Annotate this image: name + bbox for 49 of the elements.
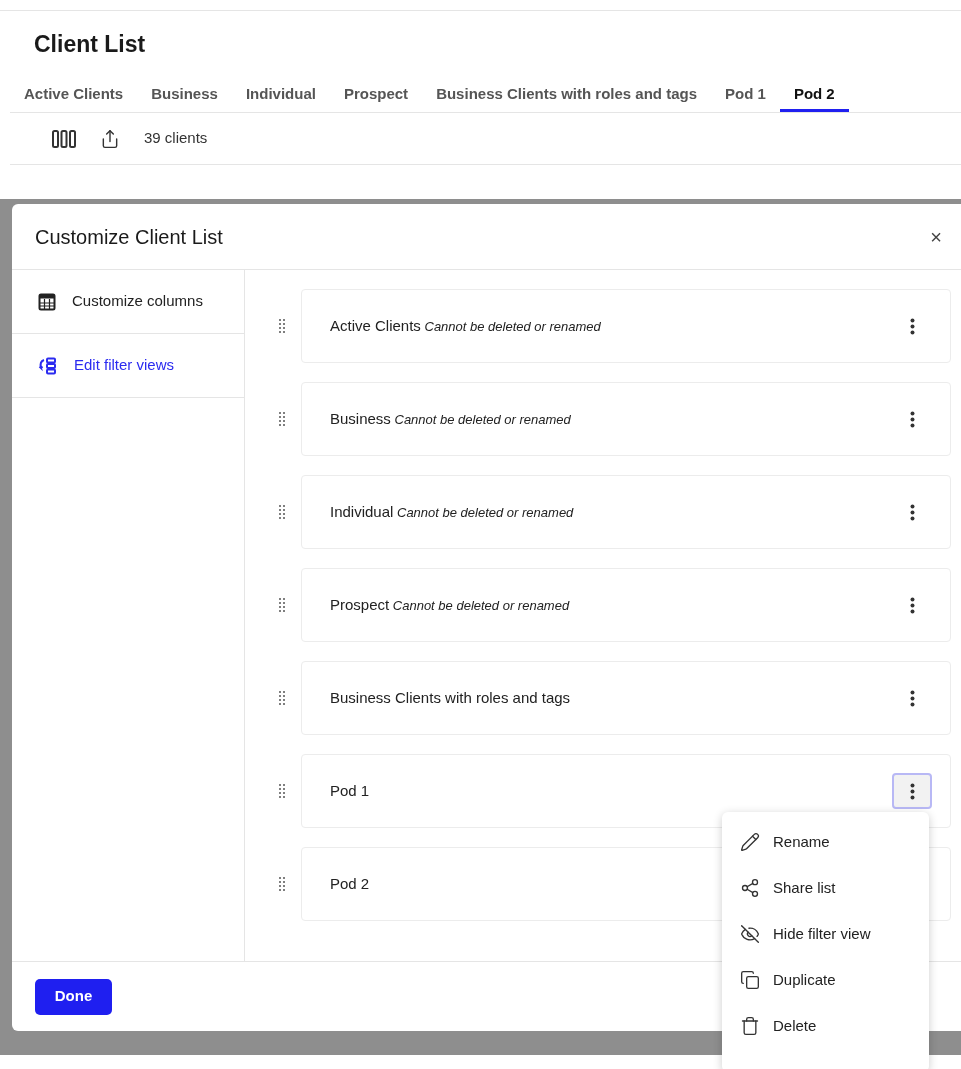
tab[interactable]: Individual [231, 73, 330, 112]
share-icon [740, 878, 760, 898]
menu-item[interactable]: Delete [722, 1003, 929, 1049]
more-icon [909, 782, 915, 800]
drag-handle-icon[interactable] [279, 877, 285, 891]
more-button[interactable] [892, 773, 932, 809]
more-icon [909, 689, 915, 707]
menu-item[interactable]: Duplicate [722, 957, 929, 1003]
more-icon [909, 503, 915, 521]
tab[interactable]: Pod 1 [711, 73, 780, 112]
columns-icon[interactable] [52, 129, 76, 148]
duplicate-icon [740, 970, 760, 990]
filter-view-name: Business Cannot be deleted or renamed [330, 408, 571, 429]
filter-view-name: Active Clients Cannot be deleted or renamed [330, 315, 601, 336]
filter-view-name: Individual Cannot be deleted or renamed [330, 501, 574, 522]
table-icon [38, 292, 56, 311]
filter-view-name: Business Clients with roles and tags [330, 687, 571, 708]
filter-view-name: Pod 2 [330, 873, 370, 894]
client-count: 39 clients [144, 128, 208, 149]
drag-handle-icon[interactable] [279, 691, 285, 705]
dialog-title: Customize Client List [35, 224, 223, 250]
drag-handle-icon[interactable] [279, 505, 285, 519]
menu-item[interactable]: Share list [722, 865, 929, 911]
drag-handle-icon[interactable] [279, 319, 285, 333]
menu-item[interactable]: Rename [722, 819, 929, 865]
more-icon [909, 317, 915, 335]
drag-handle-icon[interactable] [279, 784, 285, 798]
menu-item[interactable]: Hide filter view [722, 911, 929, 957]
tab[interactable]: Prospect [329, 73, 423, 112]
export-icon[interactable] [100, 128, 120, 149]
drag-handle-icon[interactable] [279, 598, 285, 612]
more-icon [909, 410, 915, 428]
eye-off-icon [740, 924, 760, 944]
tab[interactable]: Business Clients with roles and tags [422, 73, 712, 112]
filter-view-name: Prospect Cannot be deleted or renamed [330, 594, 570, 615]
tab[interactable]: Business [137, 73, 232, 112]
more-icon [909, 596, 915, 614]
tab[interactable]: Active Clients [10, 73, 138, 112]
done-button[interactable]: Done [35, 978, 112, 1015]
tab[interactable]: Pod 2 [779, 73, 849, 112]
close-button[interactable]: × [930, 226, 942, 247]
sidebar-item[interactable]: Edit filter views [12, 334, 244, 398]
pencil-icon [740, 832, 760, 852]
filter-view-name: Pod 1 [330, 780, 370, 801]
page-title: Client List [34, 30, 146, 59]
trash-icon [740, 1016, 760, 1036]
list-arrow-icon [38, 356, 58, 375]
drag-handle-icon[interactable] [279, 412, 285, 426]
sidebar-item[interactable]: Customize columns [12, 270, 244, 334]
